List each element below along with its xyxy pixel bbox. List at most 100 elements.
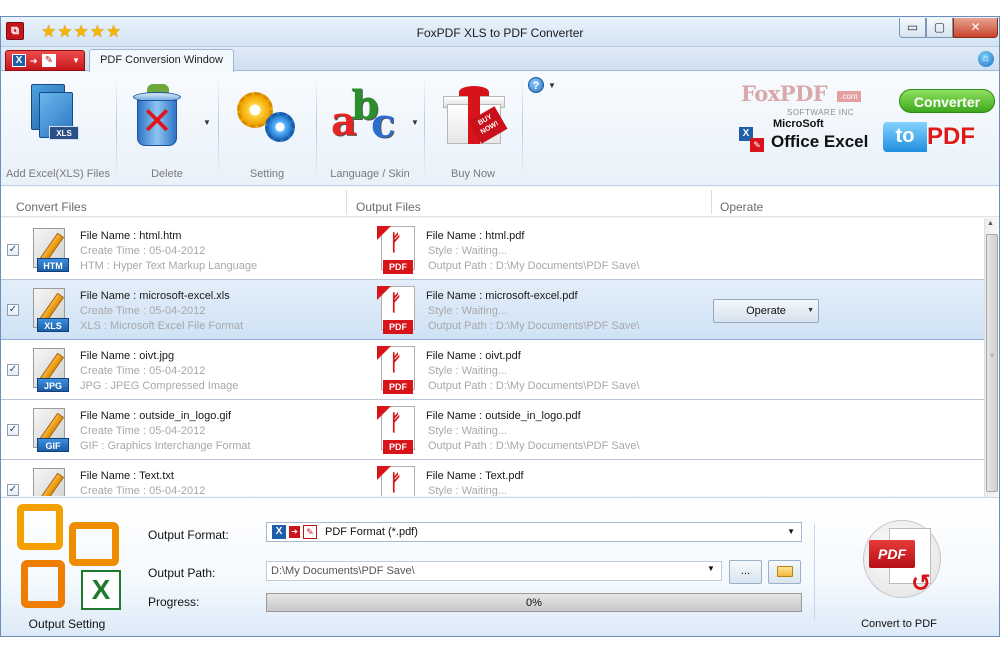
- row-checkbox[interactable]: ✓: [7, 424, 19, 436]
- path-dropdown-arrow[interactable]: ▼: [707, 564, 715, 573]
- ribbon-divider: [522, 76, 523, 178]
- table-row[interactable]: ✓ HTM File Name : html.htm Create Time :…: [1, 220, 984, 280]
- home-icon[interactable]: ⌂: [978, 51, 994, 67]
- row-checkbox[interactable]: ✓: [7, 304, 19, 316]
- window-title: FoxPDF XLS to PDF Converter: [416, 26, 584, 40]
- trash-icon: ✕: [131, 84, 185, 148]
- language-skin-label: Language / Skin: [330, 168, 410, 180]
- output-file-name: File Name : Text.pdf: [426, 470, 524, 482]
- foxpdf-logo: FoxPDF: [741, 81, 828, 106]
- row-checkbox[interactable]: ✓: [7, 364, 19, 376]
- table-row[interactable]: ✓ JPG File Name : oivt.jpg Create Time :…: [1, 340, 984, 400]
- chevron-down-icon: ▼: [787, 527, 795, 536]
- row-checkbox[interactable]: ✓: [7, 484, 19, 496]
- scroll-thumb[interactable]: ≡: [986, 234, 998, 492]
- output-file-name: File Name : html.pdf: [426, 230, 525, 242]
- software-inc-text: SOFTWARE INC: [787, 108, 855, 117]
- panel-divider: [814, 524, 815, 620]
- source-create-time: Create Time : 05-04-2012: [80, 425, 206, 437]
- output-path: Output Path : D:\My Documents\PDF Save\: [428, 260, 640, 272]
- grip-icon: ≡: [990, 353, 994, 359]
- help-icon[interactable]: ?: [528, 77, 544, 93]
- jpg-file-icon: JPG: [31, 348, 71, 396]
- operate-label: Operate: [746, 305, 786, 317]
- table-row[interactable]: ✓ GIF File Name : outside_in_logo.gif Cr…: [1, 400, 984, 460]
- output-path: Output Path : D:\My Documents\PDF Save\: [428, 320, 640, 332]
- column-divider[interactable]: [711, 190, 712, 214]
- office-logo-icon: X: [15, 504, 125, 614]
- source-type-desc: XLS : Microsoft Excel File Format: [80, 320, 244, 332]
- txt-file-icon: [31, 468, 71, 496]
- maximize-button[interactable]: ▢: [926, 18, 953, 38]
- pdf-file-icon: ᚠ PDF: [377, 226, 417, 276]
- output-path-label: Output Path:: [148, 566, 216, 580]
- title-bar: ⧉ ★★★★★ FoxPDF XLS to PDF Converter ▭ ▢ …: [1, 17, 999, 47]
- table-row[interactable]: ✓ File Name : Text.txt Create Time : 05-…: [1, 460, 984, 496]
- folder-icon: [776, 566, 793, 577]
- chevron-down-icon: ▼: [72, 56, 80, 65]
- row-checkbox[interactable]: ✓: [7, 244, 19, 256]
- pdf-logo-icon: ✎: [750, 138, 764, 152]
- language-dropdown-arrow[interactable]: ▼: [411, 118, 419, 127]
- source-type-desc: HTM : Hyper Text Markup Language: [80, 260, 258, 272]
- to-badge: to: [883, 122, 927, 152]
- pdf-file-icon: ᚠ PDF: [377, 406, 417, 456]
- pdf-small-icon: ✎: [303, 525, 317, 539]
- output-path: Output Path : D:\My Documents\PDF Save\: [428, 440, 640, 452]
- gears-icon: [235, 88, 297, 146]
- scroll-up-arrow[interactable]: ▲: [987, 220, 994, 227]
- converter-badge: Converter: [899, 89, 995, 113]
- output-style: Style : Waiting...: [428, 305, 508, 317]
- xls-file-icon: XLS: [31, 288, 71, 336]
- gif-file-icon: GIF: [31, 408, 71, 456]
- minimize-button[interactable]: ▭: [899, 18, 926, 38]
- help-dropdown-arrow[interactable]: ▼: [548, 81, 556, 90]
- browse-button[interactable]: ...: [729, 560, 762, 584]
- file-list: ✓ HTM File Name : html.htm Create Time :…: [1, 218, 999, 496]
- setting-label: Setting: [249, 168, 285, 180]
- app-menu-button[interactable]: X ➔ ✎ ▼: [5, 50, 85, 71]
- output-format-select[interactable]: X ➔ ✎ PDF Format (*.pdf) ▼: [266, 522, 802, 542]
- column-convert-files[interactable]: Convert Files: [16, 200, 87, 214]
- file-list-header: Convert Files Output Files Operate: [1, 187, 999, 217]
- language-skin-button[interactable]: a b c ▼ Language / Skin: [317, 74, 423, 182]
- add-files-button[interactable]: XLS Add Excel(XLS) Files: [1, 74, 115, 182]
- arrow-right-icon: ➔: [30, 56, 38, 66]
- output-file-name: File Name : outside_in_logo.pdf: [426, 410, 581, 422]
- close-button[interactable]: ✕: [953, 18, 998, 38]
- progress-label: Progress:: [148, 595, 200, 609]
- table-row-selected[interactable]: ✓ XLS File Name : microsoft-excel.xls Cr…: [1, 280, 984, 340]
- source-file-name: File Name : outside_in_logo.gif: [80, 410, 232, 422]
- pdf-tag: PDF: [383, 320, 413, 334]
- buy-now-button[interactable]: BUY NOW! Buy Now: [425, 74, 521, 182]
- pdf-badge: PDF: [869, 540, 915, 568]
- output-path-input[interactable]: [266, 561, 722, 581]
- delete-button[interactable]: ✕ ▼ Delete: [117, 74, 217, 182]
- chevron-down-icon: ▼: [807, 307, 814, 314]
- source-file-name: File Name : Text.txt: [80, 470, 174, 482]
- tab-pdf-conversion-window[interactable]: PDF Conversion Window: [89, 49, 234, 72]
- output-file-name: File Name : oivt.pdf: [426, 350, 521, 362]
- file-type-tag: JPG: [37, 378, 69, 392]
- file-type-tag: HTM: [37, 258, 69, 272]
- source-file-name: File Name : oivt.jpg: [80, 350, 175, 362]
- ribbon-toolbar: XLS Add Excel(XLS) Files ✕ ▼ Delete Sett…: [1, 72, 999, 186]
- column-divider[interactable]: [346, 190, 347, 214]
- column-output-files[interactable]: Output Files: [356, 200, 421, 214]
- add-files-label: Add Excel(XLS) Files: [6, 168, 110, 180]
- vertical-scrollbar[interactable]: ▲ ≡ ▼: [984, 218, 999, 511]
- source-create-time: Create Time : 05-04-2012: [80, 485, 206, 496]
- open-folder-button[interactable]: [768, 560, 801, 584]
- delete-dropdown-arrow[interactable]: ▼: [203, 118, 211, 127]
- setting-button[interactable]: Setting: [219, 74, 315, 182]
- column-operate[interactable]: Operate: [720, 200, 763, 214]
- convert-to-pdf-label[interactable]: Convert to PDF: [839, 618, 959, 630]
- letter-c: c: [371, 100, 396, 147]
- output-style: Style : Waiting...: [428, 245, 508, 257]
- output-format-value: PDF Format (*.pdf): [325, 526, 418, 538]
- file-type-tag: GIF: [37, 438, 69, 452]
- abc-icon: a b c: [331, 86, 403, 148]
- convert-to-pdf-button[interactable]: PDF ↺: [859, 520, 943, 610]
- operate-button[interactable]: Operate ▼: [713, 299, 819, 323]
- output-style: Style : Waiting...: [428, 365, 508, 377]
